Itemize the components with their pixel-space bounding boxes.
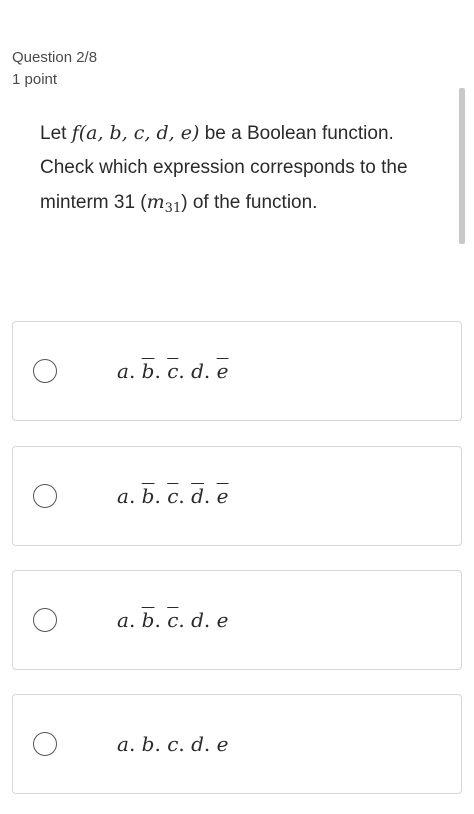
question-text-boolean: be a Boolean function.: [199, 123, 394, 144]
variable-term: b: [141, 608, 155, 632]
variable-term: c: [167, 359, 179, 383]
term-separator: .: [128, 732, 142, 756]
variable-term: c: [167, 608, 179, 632]
option-expression: a. b. c. d. e: [117, 356, 228, 386]
radio-button[interactable]: [33, 608, 57, 632]
variable-term: d: [191, 359, 204, 383]
variable-term: e: [216, 608, 229, 632]
option-expression: a. b. c. d. e: [117, 729, 228, 759]
variable-term: b: [141, 732, 155, 756]
term-separator: .: [178, 608, 192, 632]
variable-term: c: [167, 732, 179, 756]
variable-term: c: [167, 484, 179, 508]
term-separator: .: [178, 484, 192, 508]
variable-term: b: [141, 484, 155, 508]
term-separator: .: [128, 359, 142, 383]
variable-term: d: [191, 484, 204, 508]
boolean-function: f(a, b, c, d, e): [71, 122, 200, 144]
term-separator: .: [128, 484, 142, 508]
question-text-let: Let: [40, 123, 72, 144]
scrollbar[interactable]: [459, 88, 465, 244]
radio-button[interactable]: [33, 484, 57, 508]
term-separator: .: [154, 732, 168, 756]
term-separator: .: [203, 608, 217, 632]
minterm-index: 31: [164, 201, 182, 216]
term-separator: .: [203, 484, 217, 508]
question-text: Let f(a, b, c, d, e) be a Boolean functi…: [40, 116, 450, 226]
variable-term: a: [117, 484, 129, 508]
variable-term: d: [191, 608, 204, 632]
term-separator: .: [154, 359, 168, 383]
question-points: 1 point: [12, 71, 58, 88]
question-number: Question 2/8: [12, 49, 98, 66]
question-header: Question 2/8 1 point: [12, 48, 97, 90]
variable-term: a: [117, 732, 129, 756]
question-text-minterm: minterm 31 (: [40, 192, 147, 213]
option-expression: a. b. c. d. e: [117, 481, 228, 511]
question-line-2: Check which expression corresponds to th…: [40, 157, 408, 178]
term-separator: .: [178, 732, 192, 756]
question-line-3: minterm 31 (m31) of the function.: [40, 185, 450, 226]
answer-option-2[interactable]: a. b. c. d. e: [12, 446, 462, 546]
term-separator: .: [154, 608, 168, 632]
variable-term: e: [216, 484, 229, 508]
answer-option-3[interactable]: a. b. c. d. e: [12, 570, 462, 670]
option-expression: a. b. c. d. e: [117, 605, 228, 635]
term-separator: .: [203, 359, 217, 383]
variable-term: a: [117, 608, 129, 632]
term-separator: .: [154, 484, 168, 508]
term-separator: .: [128, 608, 142, 632]
variable-term: b: [141, 359, 155, 383]
answer-option-4[interactable]: a. b. c. d. e: [12, 694, 462, 794]
radio-button[interactable]: [33, 732, 57, 756]
term-separator: .: [203, 732, 217, 756]
answer-option-1[interactable]: a. b. c. d. e: [12, 321, 462, 421]
question-line-1: Let f(a, b, c, d, e) be a Boolean functi…: [40, 116, 450, 151]
variable-term: e: [216, 359, 229, 383]
term-separator: .: [178, 359, 192, 383]
variable-term: d: [191, 732, 204, 756]
variable-term: e: [216, 732, 229, 756]
minterm-symbol: m: [146, 191, 165, 213]
question-text-end: ) of the function.: [181, 192, 318, 213]
variable-term: a: [117, 359, 129, 383]
radio-button[interactable]: [33, 359, 57, 383]
